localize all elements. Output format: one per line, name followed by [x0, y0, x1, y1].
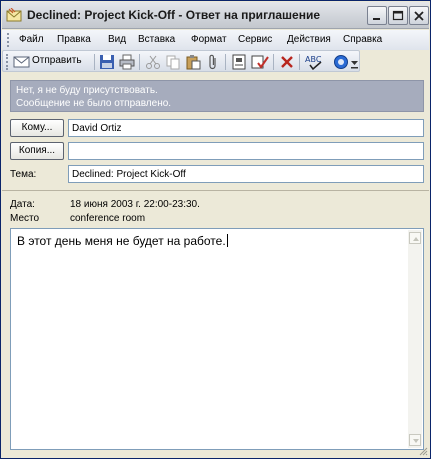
vertical-scrollbar[interactable]	[408, 230, 422, 448]
body-text-content: В этот день меня не будет на работе.	[17, 234, 226, 248]
to-field[interactable]: David Ortiz	[68, 119, 424, 137]
check-names-button[interactable]	[251, 54, 269, 70]
standard-toolbar: Отправить ABC	[2, 50, 360, 72]
print-button[interactable]	[119, 54, 135, 70]
menu-edit[interactable]: Правка	[57, 34, 91, 45]
cc-button[interactable]: Копия...	[10, 142, 64, 160]
save-button[interactable]	[99, 54, 115, 70]
header-divider	[2, 190, 429, 191]
paste-icon	[186, 55, 201, 70]
cut-icon	[146, 55, 160, 69]
text-caret	[226, 234, 228, 247]
title-bar[interactable]: Declined: Project Kick-Off - Ответ на пр…	[2, 2, 429, 29]
date-label: Дата:	[10, 199, 35, 210]
body-text: В этот день меня не будет на работе.	[17, 234, 228, 248]
resize-grip-icon[interactable]	[418, 446, 428, 456]
menu-help[interactable]: Справка	[343, 34, 382, 45]
close-icon	[414, 11, 424, 21]
toolbar-grip-icon[interactable]	[6, 54, 8, 70]
copy-icon	[166, 55, 180, 70]
menu-actions[interactable]: Действия	[287, 34, 331, 45]
attach-button[interactable]	[205, 54, 221, 70]
cc-field[interactable]	[68, 142, 424, 160]
location-label: Место	[10, 213, 40, 224]
options-button[interactable]	[333, 54, 349, 70]
subject-label: Тема:	[10, 169, 37, 180]
location-value: conference room	[70, 213, 146, 224]
scroll-up-icon	[413, 237, 419, 241]
toolbar-separator	[225, 54, 226, 70]
attach-icon	[209, 54, 216, 70]
toolbar-more-icon	[351, 61, 358, 69]
paste-button[interactable]	[185, 54, 201, 70]
scroll-down-button[interactable]	[409, 434, 421, 446]
menu-insert[interactable]: Вставка	[138, 34, 175, 45]
copy-button[interactable]	[165, 54, 181, 70]
menu-file[interactable]: Файл	[19, 34, 44, 45]
to-button[interactable]: Кому...	[10, 119, 64, 137]
toolbar-separator	[299, 54, 300, 70]
address-book-button[interactable]	[231, 54, 247, 70]
send-icon	[13, 56, 30, 68]
cut-button[interactable]	[145, 54, 161, 70]
menu-tools[interactable]: Сервис	[238, 34, 272, 45]
send-button[interactable]: Отправить	[11, 53, 91, 70]
options-icon	[334, 55, 348, 69]
menu-grip-icon[interactable]	[7, 33, 9, 47]
minimize-icon	[373, 18, 380, 20]
close-button[interactable]	[409, 6, 429, 25]
info-line-response: Нет, я не буду присутствовать.	[16, 85, 158, 96]
menu-format[interactable]: Формат	[191, 34, 227, 45]
delete-icon	[281, 56, 293, 68]
toolbar-separator	[94, 54, 95, 70]
scroll-down-icon	[413, 439, 419, 443]
spelling-icon: ABC	[305, 55, 322, 70]
print-icon	[119, 54, 135, 70]
toolbar-separator	[273, 54, 274, 70]
check-names-icon	[251, 55, 269, 69]
scroll-up-button[interactable]	[409, 232, 421, 244]
delete-button[interactable]	[279, 54, 295, 70]
maximize-icon	[392, 10, 404, 21]
info-bar: Нет, я не буду присутствовать. Сообщение…	[10, 80, 424, 112]
minimize-button[interactable]	[367, 6, 387, 25]
window-title: Declined: Project Kick-Off - Ответ на пр…	[27, 8, 321, 22]
subject-field[interactable]: Declined: Project Kick-Off	[68, 165, 424, 183]
menu-view[interactable]: Вид	[108, 34, 126, 45]
address-book-icon	[232, 54, 246, 70]
envelope-icon	[6, 7, 22, 22]
message-window: Declined: Project Kick-Off - Ответ на пр…	[0, 0, 431, 459]
save-icon	[100, 55, 114, 69]
send-label: Отправить	[32, 55, 82, 66]
info-line-not-sent: Сообщение не было отправлено.	[16, 98, 172, 109]
toolbar-more-button[interactable]	[351, 59, 358, 75]
date-value: 18 июня 2003 г. 22:00-23:30.	[70, 199, 200, 210]
maximize-button[interactable]	[388, 6, 408, 25]
spelling-button[interactable]: ABC	[305, 54, 323, 70]
toolbar-separator	[139, 54, 140, 70]
message-body[interactable]: В этот день меня не будет на работе.	[10, 228, 424, 450]
menu-bar: Файл Правка Вид Вставка Формат Сервис Де…	[2, 30, 429, 50]
